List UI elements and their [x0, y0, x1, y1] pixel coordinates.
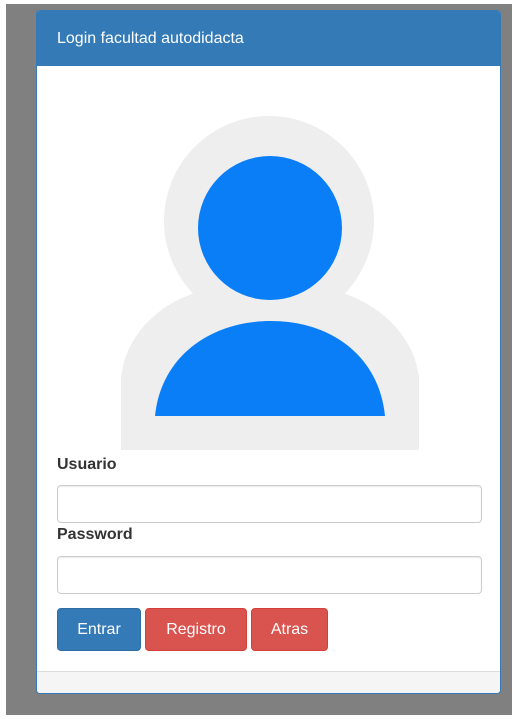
entrar-button[interactable]: Entrar [57, 608, 141, 651]
registro-button[interactable]: Registro [145, 608, 247, 651]
login-panel: Login facultad autodidacta Usuario Passw… [36, 10, 501, 694]
atras-button[interactable]: Atras [251, 608, 328, 651]
panel-footer [37, 671, 500, 693]
username-input[interactable] [57, 485, 482, 523]
username-label: Usuario [57, 456, 117, 473]
password-input[interactable] [57, 556, 482, 594]
user-avatar-icon [121, 116, 419, 455]
password-label: Password [57, 526, 133, 543]
panel-title: Login facultad autodidacta [37, 11, 500, 66]
